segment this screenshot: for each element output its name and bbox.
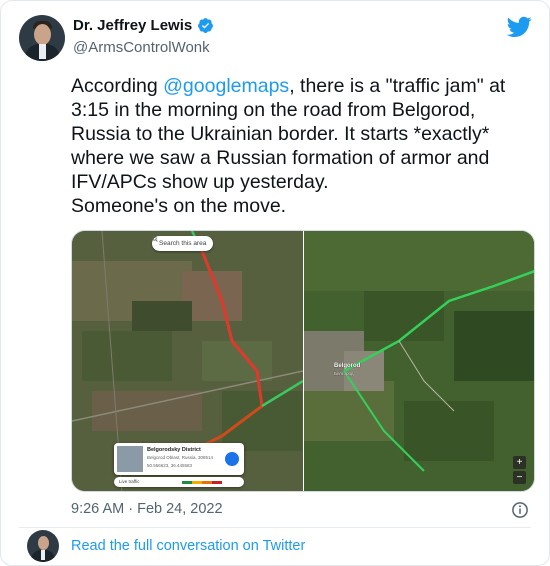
traffic-color-scale [182, 481, 222, 484]
mention-link-googlemaps[interactable]: @googlemaps [163, 75, 289, 97]
place-thumbnail [117, 446, 143, 472]
live-traffic-bar: Live traffic [114, 477, 244, 487]
tweet-line-1: According @googlemaps, there is a "traff… [71, 74, 533, 98]
place-title: Belgorodsky District [147, 447, 201, 453]
tweet-card: Dr. Jeffrey Lewis @ArmsControlWonk Accor… [0, 0, 550, 566]
tweet-line-5: IFV/APCs show up yesterday. [71, 171, 329, 193]
tweet-media[interactable]: Search this area Belgorodsky District Be… [71, 230, 535, 492]
zoom-out-button[interactable]: − [513, 471, 526, 484]
search-this-area-chip[interactable]: Search this area [152, 236, 214, 251]
directions-icon[interactable] [225, 452, 239, 466]
verified-badge-icon [198, 18, 214, 33]
read-full-conversation-link[interactable]: Read the full conversation on Twitter [71, 538, 305, 554]
author-name-row[interactable]: Dr. Jeffrey Lewis [73, 17, 214, 34]
twitter-bird-icon[interactable] [507, 16, 532, 38]
place-subtitle: Belgorod Oblast, Russia, 308514 [147, 455, 214, 460]
place-info-card[interactable]: Belgorodsky District Belgorod Oblast, Ru… [114, 443, 244, 475]
tweet-timestamp[interactable]: 9:26 AM · Feb 24, 2022 [71, 501, 223, 517]
author-display-name[interactable]: Dr. Jeffrey Lewis [73, 17, 192, 34]
map-image-left[interactable]: Search this area Belgorodsky District Be… [72, 231, 303, 491]
zoom-in-button[interactable]: + [513, 456, 526, 469]
city-label-belgorod: Belgorod [334, 363, 361, 369]
search-chip-label: Search this area [159, 240, 207, 247]
tweet-text: According @googlemaps, there is a "traff… [71, 74, 533, 218]
live-traffic-label: Live traffic [119, 479, 140, 484]
place-coordinates: 50.556623, 36.445583 [147, 463, 193, 468]
tweet-line-1-suffix: , there is a "traffic jam" at [289, 75, 506, 97]
tweet-line-1-prefix: According [71, 75, 164, 97]
tweet-line-4: where we saw a Russian formation of armo… [71, 147, 490, 169]
tweet-line-3: Russia to the Ukrainian border. It start… [71, 123, 490, 145]
map-image-right[interactable]: Belgorod Белгород + − [304, 231, 534, 491]
satellite-terrain-right [304, 231, 534, 491]
author-avatar[interactable] [19, 15, 65, 61]
search-icon [152, 236, 158, 242]
tweet-line-2: 3:15 in the morning on the road from Bel… [71, 99, 476, 121]
footer-author-avatar[interactable] [27, 530, 59, 562]
author-handle[interactable]: @ArmsControlWonk [73, 39, 210, 56]
info-icon[interactable] [511, 501, 529, 519]
tweet-line-6: Someone's on the move. [71, 195, 287, 217]
footer-divider [19, 527, 531, 528]
city-label-belgorod-ru: Белгород [334, 371, 354, 376]
